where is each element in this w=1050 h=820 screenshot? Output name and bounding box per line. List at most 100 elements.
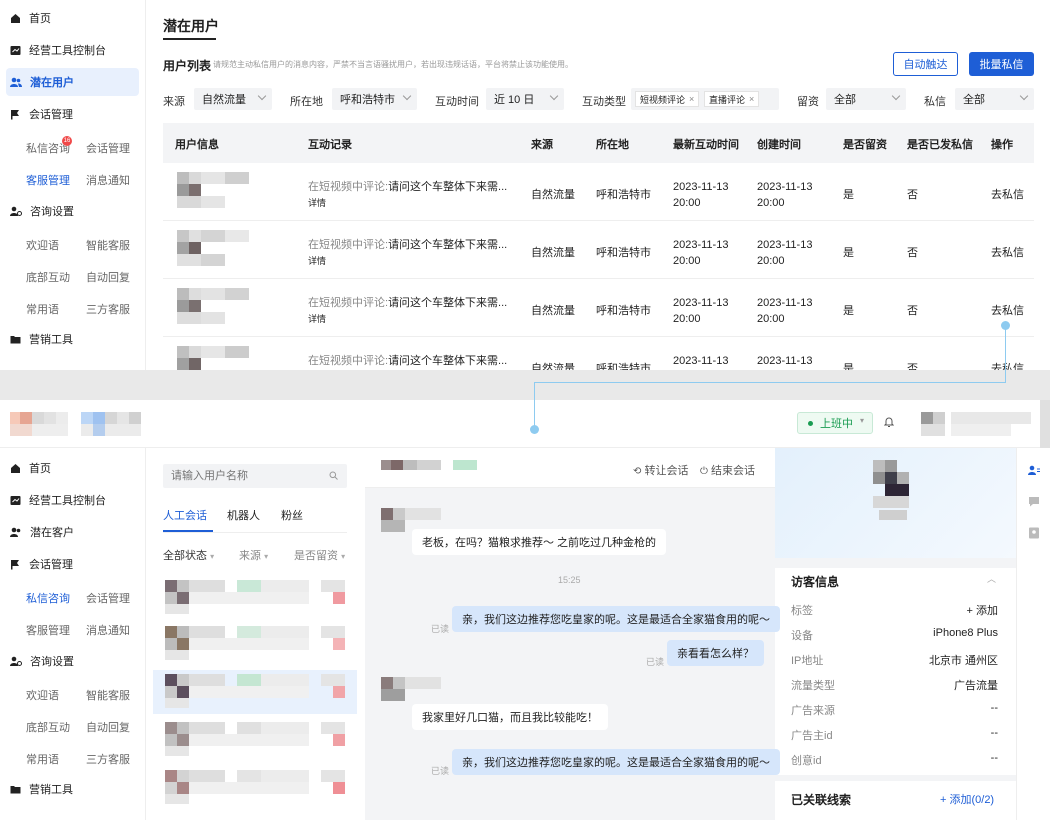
row-divider xyxy=(163,220,1034,221)
filter-location-select[interactable]: 呼和浩特市 xyxy=(332,88,417,110)
close-icon[interactable]: × xyxy=(749,94,754,104)
sidebar-item-session[interactable]: 会话管理 xyxy=(10,102,73,126)
brand-name xyxy=(81,412,151,436)
sidebar-sub-bottom-interact[interactable]: 底部互动 xyxy=(26,269,70,285)
user-card-icon[interactable] xyxy=(1028,465,1040,476)
list-item[interactable] xyxy=(153,576,357,620)
created-time-cell: 2023-11-13 xyxy=(757,353,812,369)
filter-status[interactable]: 全部状态 ▾ xyxy=(163,547,214,563)
batch-dm-button[interactable]: 批量私信 xyxy=(969,52,1034,76)
tag-label: 直播评论 xyxy=(709,94,746,105)
sidebar-item-marketing[interactable]: 营销工具 xyxy=(10,327,73,351)
go-dm-link[interactable]: 去私信 xyxy=(991,244,1024,260)
list-item[interactable] xyxy=(153,622,357,666)
detail-link[interactable]: 详情 xyxy=(308,196,326,209)
sidebar-sub-session-mgmt[interactable]: 会话管理 xyxy=(86,590,130,606)
sidebar-item-home[interactable]: 首页 xyxy=(10,456,51,480)
sidebar-item-home[interactable]: 首页 xyxy=(10,6,51,30)
sidebar-item-potential-customers[interactable]: 潜在客户 xyxy=(10,520,74,544)
search-icon[interactable] xyxy=(329,471,338,480)
action-label: 转让会话 xyxy=(644,465,689,477)
chevron-down-icon: ▾ xyxy=(341,552,346,561)
home-icon xyxy=(11,13,20,23)
detail-link[interactable]: 详情 xyxy=(308,312,326,325)
go-dm-link[interactable]: 去私信 xyxy=(991,302,1024,318)
sidebar-sub-smart-cs[interactable]: 智能客服 xyxy=(86,687,130,703)
latest-time-cell: 2023-11-13 20:00 xyxy=(673,237,728,269)
chevron-down-icon xyxy=(257,91,267,101)
dm-sent-cell: 否 xyxy=(907,305,918,317)
list-item[interactable] xyxy=(153,766,357,810)
sidebar: 首页 经营工具控制台 潜在用户 会话管理 私信咨询 16 会话管理 客服管理 消… xyxy=(0,0,146,370)
list-item[interactable] xyxy=(153,670,357,714)
sidebar-item-label: 经营工具控制台 xyxy=(29,495,106,507)
transfer-session-button[interactable]: ⟲ 转让会话 xyxy=(633,462,688,478)
sidebar-sub-third-cs[interactable]: 三方客服 xyxy=(86,751,130,767)
filter-dm-select[interactable]: 全部 xyxy=(955,88,1034,110)
chart-icon xyxy=(10,495,21,505)
end-session-button[interactable]: ⏻ 结束会话 xyxy=(700,462,755,478)
list-item[interactable] xyxy=(153,718,357,762)
filter-source-select[interactable]: 自然流量 xyxy=(194,88,272,110)
filter-source[interactable]: 来源 ▾ xyxy=(239,547,268,563)
sidebar-sub-cs-mgmt[interactable]: 客服管理 xyxy=(26,622,70,638)
go-dm-link[interactable]: 去私信 xyxy=(991,186,1024,202)
column-header: 创建时间 xyxy=(757,139,801,151)
bell-icon[interactable] xyxy=(883,416,895,431)
filter-retain[interactable]: 是否留资 ▾ xyxy=(294,547,345,563)
time: 20:00 xyxy=(673,255,701,267)
column-header: 所在地 xyxy=(596,139,629,151)
type-tag[interactable]: 短视频评论 × xyxy=(635,91,700,107)
sidebar-item-session[interactable]: 会话管理 xyxy=(10,552,73,576)
field-value: iPhone8 Plus xyxy=(933,627,998,639)
sidebar-sub-msg-notify[interactable]: 消息通知 xyxy=(86,622,130,638)
sidebar-sub-common[interactable]: 常用语 xyxy=(26,751,59,767)
read-status: 已读 xyxy=(431,766,450,776)
filter-time-select[interactable]: 近 10 日 xyxy=(486,88,564,110)
avatar[interactable] xyxy=(921,412,1031,436)
sidebar-sub-bottom-interact[interactable]: 底部互动 xyxy=(26,719,70,735)
sidebar-sub-smart-cs[interactable]: 智能客服 xyxy=(86,237,130,253)
auto-reach-button[interactable]: 自动触达 xyxy=(893,52,958,76)
chevron-up-icon[interactable]: ︿ xyxy=(987,572,996,585)
add-clue-button[interactable]: + 添加(0/2) xyxy=(940,791,994,807)
filter-retain-select[interactable]: 全部 xyxy=(826,88,906,110)
add-tag-button[interactable]: + 添加 xyxy=(967,602,998,618)
sidebar-item-consult[interactable]: 咨询设置 xyxy=(10,649,74,673)
sidebar-item-marketing[interactable]: 营销工具 xyxy=(10,777,73,801)
contact-icon[interactable] xyxy=(1028,527,1040,539)
sidebar-sub-third-cs[interactable]: 三方客服 xyxy=(86,301,130,317)
users-icon xyxy=(10,77,22,87)
tab-robot[interactable]: 机器人 xyxy=(227,507,260,523)
sidebar-sub-msg-notify[interactable]: 消息通知 xyxy=(86,172,130,188)
detail-link[interactable]: 详情 xyxy=(308,254,326,267)
select-value: 呼和浩特市 xyxy=(340,94,395,106)
sidebar-sub-welcome[interactable]: 欢迎语 xyxy=(26,237,59,253)
sidebar-item-console[interactable]: 经营工具控制台 xyxy=(10,488,106,512)
sidebar-sub-private-msg[interactable]: 私信咨询 xyxy=(26,590,70,606)
type-tag[interactable]: 直播评论 × xyxy=(704,91,760,107)
sidebar-item-consult[interactable]: 咨询设置 xyxy=(10,199,74,223)
sidebar-sub-auto-reply[interactable]: 自动回复 xyxy=(86,269,130,285)
search-field[interactable] xyxy=(171,468,321,484)
work-status-select[interactable]: 上班中 ▾ xyxy=(797,412,873,434)
sidebar-item-label: 经营工具控制台 xyxy=(29,45,106,57)
message-outgoing: 亲，我们这边推荐您吃皇家的呢。这是最适合全家猫食用的呢～ xyxy=(452,749,780,775)
tab-manual[interactable]: 人工会话 xyxy=(163,507,207,523)
dm-sent-cell: 否 xyxy=(907,363,918,370)
retained-cell: 是 xyxy=(843,247,854,259)
sidebar-sub-session-mgmt[interactable]: 会话管理 xyxy=(86,140,130,156)
search-input[interactable] xyxy=(163,464,347,488)
close-icon[interactable]: × xyxy=(689,94,694,104)
chat-icon[interactable] xyxy=(1028,496,1040,507)
time: 20:00 xyxy=(757,197,785,209)
sidebar-sub-common[interactable]: 常用语 xyxy=(26,301,59,317)
sidebar-sub-welcome[interactable]: 欢迎语 xyxy=(26,687,59,703)
go-dm-link[interactable]: 去私信 xyxy=(991,360,1024,370)
tab-fans[interactable]: 粉丝 xyxy=(281,507,303,523)
sidebar-item-potential-users[interactable]: 潜在用户 xyxy=(10,70,74,94)
sidebar-sub-cs-mgmt[interactable]: 客服管理 xyxy=(26,172,70,188)
column-header: 最新互动时间 xyxy=(673,139,739,151)
sidebar-item-console[interactable]: 经营工具控制台 xyxy=(10,38,106,62)
sidebar-sub-auto-reply[interactable]: 自动回复 xyxy=(86,719,130,735)
